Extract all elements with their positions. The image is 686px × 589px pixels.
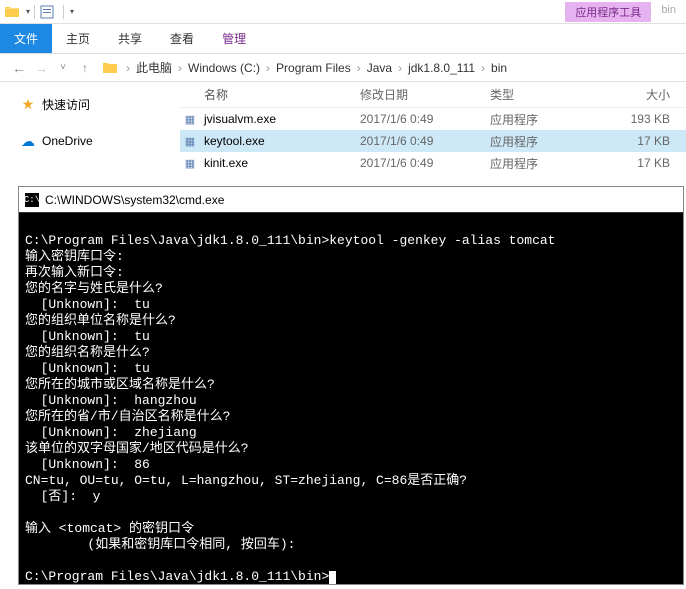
onedrive-item[interactable]: ☁ OneDrive	[20, 129, 180, 153]
cloud-icon: ☁	[20, 133, 36, 149]
properties-icon[interactable]	[39, 4, 55, 20]
crumb-java[interactable]: Java	[363, 61, 396, 75]
cmd-titlebar[interactable]: C:\ C:\WINDOWS\system32\cmd.exe	[19, 187, 683, 213]
back-button[interactable]: ←	[8, 60, 30, 76]
context-tab-label: 应用程序工具	[565, 2, 651, 22]
cmd-window: C:\ C:\WINDOWS\system32\cmd.exe C:\Progr…	[18, 186, 684, 585]
file-row[interactable]: ▦kinit.exe2017/1/6 0:49应用程序17 KB	[180, 152, 686, 174]
crumb-this-pc[interactable]: 此电脑	[132, 59, 176, 76]
file-type: 应用程序	[490, 155, 600, 172]
folder-icon	[4, 4, 20, 20]
file-date: 2017/1/6 0:49	[360, 112, 490, 126]
header-name[interactable]: 名称	[200, 86, 360, 103]
window-title-folder: bin	[651, 2, 686, 22]
file-type: 应用程序	[490, 133, 600, 150]
window-titlebar: ▾ ▾ 应用程序工具 bin	[0, 0, 686, 24]
folder-icon	[102, 60, 118, 76]
customize-toolbar-icon[interactable]: ▾	[70, 7, 74, 16]
ribbon: 文件 主页 共享 查看 管理	[0, 24, 686, 54]
crumb-sep-icon: ›	[355, 61, 363, 75]
exe-icon: ▦	[180, 135, 200, 148]
home-tab[interactable]: 主页	[52, 24, 104, 53]
cmd-icon: C:\	[25, 193, 39, 207]
file-size: 17 KB	[600, 134, 680, 148]
file-type: 应用程序	[490, 111, 600, 128]
recent-dropdown-icon[interactable]: ˅	[52, 62, 74, 73]
crumb-sep-icon: ›	[176, 61, 184, 75]
up-button[interactable]: ↑	[74, 61, 96, 75]
file-row[interactable]: ▦jvisualvm.exe2017/1/6 0:49应用程序193 KB	[180, 108, 686, 130]
crumb-jdk[interactable]: jdk1.8.0_111	[404, 61, 479, 75]
quick-access-label: 快速访问	[42, 96, 90, 113]
file-size: 193 KB	[600, 112, 680, 126]
cursor	[329, 571, 336, 584]
navigation-pane: ★ 快速访问 ☁ OneDrive	[0, 82, 180, 182]
cmd-output[interactable]: C:\Program Files\Java\jdk1.8.0_111\bin>k…	[19, 213, 683, 589]
crumb-program-files[interactable]: Program Files	[272, 61, 355, 75]
crumb-sep-icon: ›	[396, 61, 404, 75]
column-headers: 名称 修改日期 类型 大小	[180, 82, 686, 108]
quick-access-dropdown-icon[interactable]: ▾	[26, 7, 30, 16]
file-date: 2017/1/6 0:49	[360, 134, 490, 148]
file-name: jvisualvm.exe	[200, 112, 360, 126]
crumb-drive[interactable]: Windows (C:)	[184, 61, 264, 75]
header-type[interactable]: 类型	[490, 86, 600, 103]
share-tab[interactable]: 共享	[104, 24, 156, 53]
onedrive-label: OneDrive	[42, 134, 93, 148]
exe-icon: ▦	[180, 113, 200, 126]
file-tab[interactable]: 文件	[0, 24, 52, 53]
file-name: kinit.exe	[200, 156, 360, 170]
address-bar: ← → ˅ ↑ › 此电脑 › Windows (C:) › Program F…	[0, 54, 686, 82]
star-icon: ★	[20, 97, 36, 113]
file-row[interactable]: ▦keytool.exe2017/1/6 0:49应用程序17 KB	[180, 130, 686, 152]
view-tab[interactable]: 查看	[156, 24, 208, 53]
header-date[interactable]: 修改日期	[360, 86, 490, 103]
manage-tab[interactable]: 管理	[208, 24, 260, 53]
file-name: keytool.exe	[200, 134, 360, 148]
crumb-sep-icon: ›	[124, 61, 132, 75]
file-list: 名称 修改日期 类型 大小 ▦jvisualvm.exe2017/1/6 0:4…	[180, 82, 686, 182]
exe-icon: ▦	[180, 157, 200, 170]
crumb-sep-icon: ›	[479, 61, 487, 75]
file-size: 17 KB	[600, 156, 680, 170]
crumb-sep-icon: ›	[264, 61, 272, 75]
header-size[interactable]: 大小	[600, 86, 680, 103]
file-date: 2017/1/6 0:49	[360, 156, 490, 170]
forward-button[interactable]: →	[30, 60, 52, 76]
cmd-title-text: C:\WINDOWS\system32\cmd.exe	[45, 193, 224, 207]
quick-access-item[interactable]: ★ 快速访问	[20, 92, 180, 117]
crumb-bin[interactable]: bin	[487, 61, 511, 75]
